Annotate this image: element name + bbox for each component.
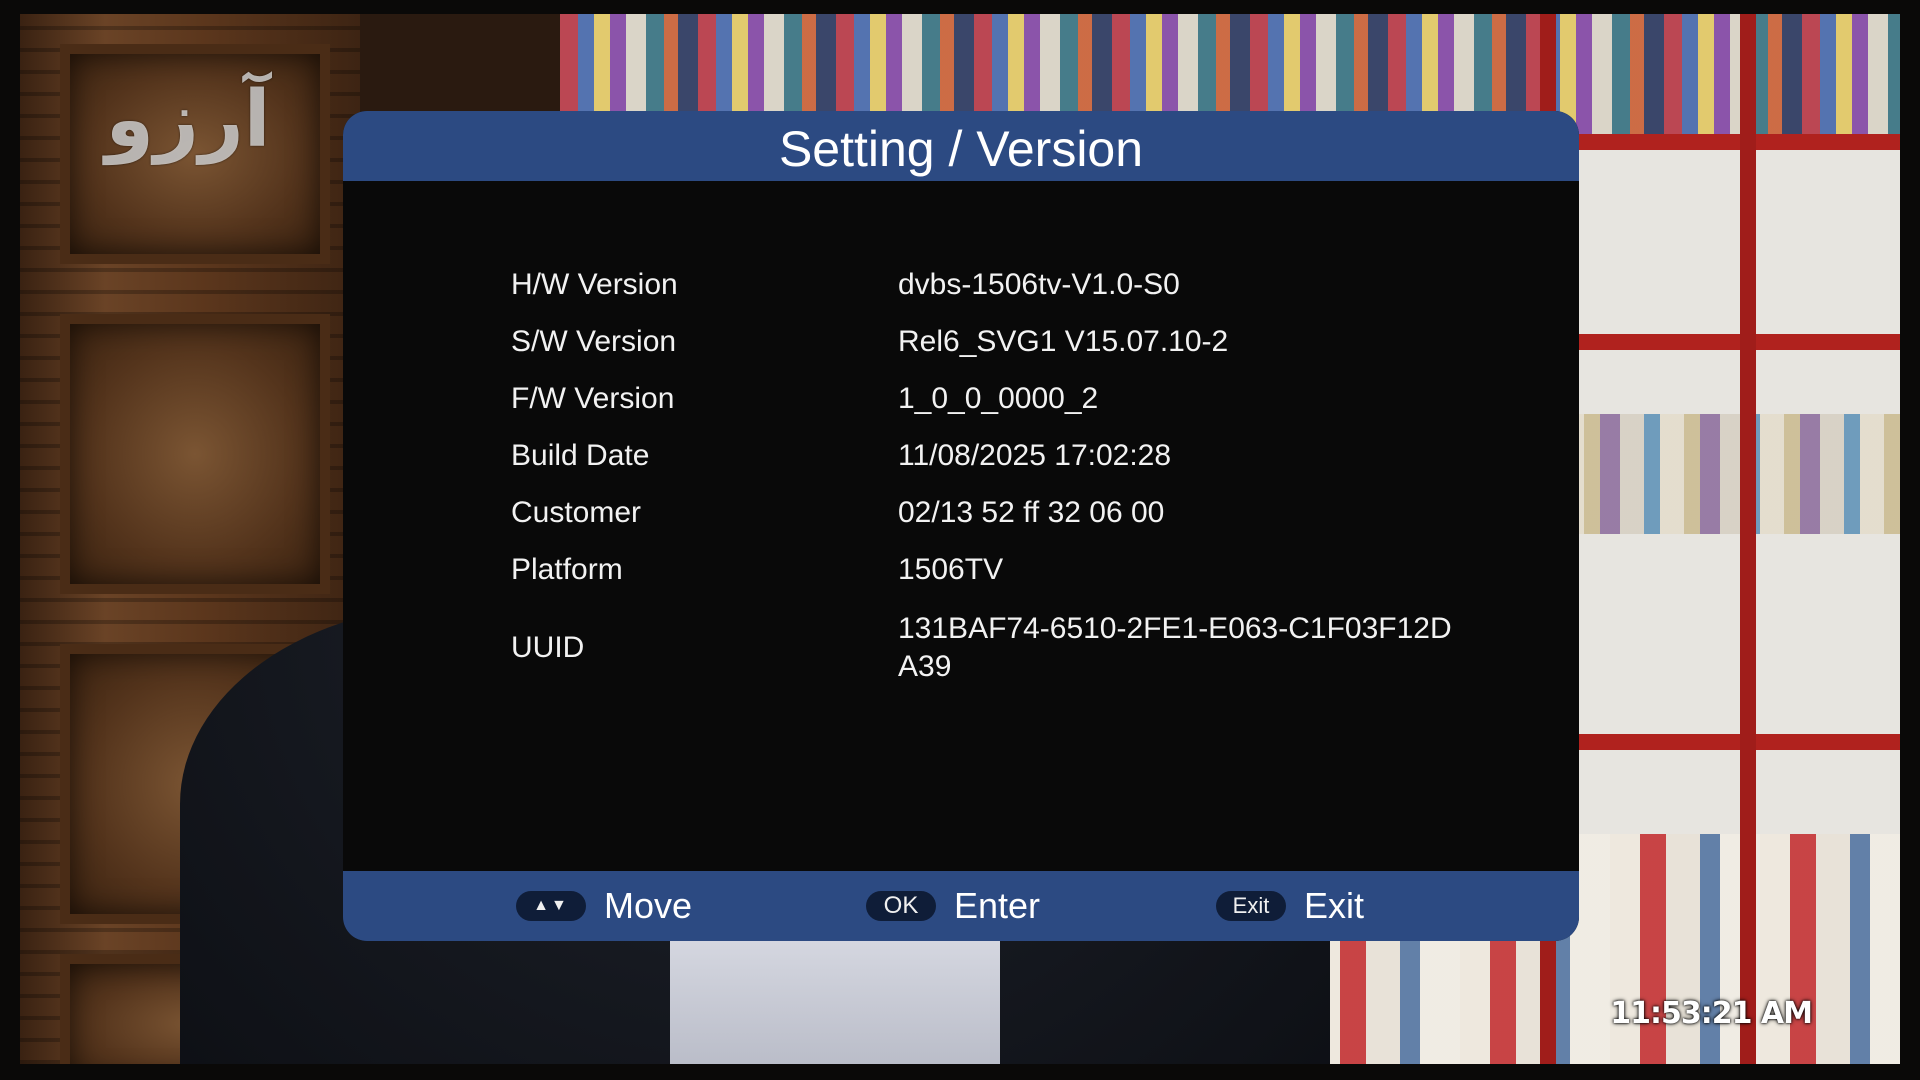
info-value: Rel6_SVG1 V15.07.10-2	[898, 324, 1229, 358]
info-value: dvbs-1506tv-V1.0-S0	[898, 267, 1180, 301]
info-value: 131BAF74-6510-2FE1-E063-C1F03F12D A39	[898, 612, 1452, 683]
tv-screen: آرزو 11:53:21 AM Setting / Version H/W V…	[0, 0, 1920, 1080]
ok-key-button[interactable]: OK	[866, 891, 936, 921]
info-label: Build Date	[511, 438, 650, 472]
up-down-arrows-icon[interactable]: ▲▼	[516, 891, 586, 921]
info-label: S/W Version	[511, 324, 677, 358]
info-row-uuid: UUID 131BAF74-6510-2FE1-E063-C1F03F12D A…	[511, 598, 1511, 698]
info-row-sw-version: S/W Version Rel6_SVG1 V15.07.10-2	[511, 313, 1511, 370]
channel-logo: آرزو	[105, 75, 271, 165]
dialog-title: Setting / Version	[778, 121, 1144, 177]
info-value: 02/13 52 ff 32 06 00	[898, 495, 1165, 529]
info-label: UUID	[511, 631, 585, 664]
hint-exit: Exit Exit	[1216, 871, 1364, 941]
info-row-platform: Platform 1506TV	[511, 541, 1511, 598]
version-info-table: H/W Version dvbs-1506tv-V1.0-S0 S/W Vers…	[511, 256, 1511, 698]
hint-enter: OK Enter	[866, 871, 1040, 941]
hint-move-label: Move	[604, 885, 693, 926]
info-label: Customer	[511, 495, 642, 529]
info-row-customer: Customer 02/13 52 ff 32 06 00	[511, 484, 1511, 541]
dialog-footer: ▲▼ Move OK Enter Exit Exit	[343, 871, 1579, 941]
info-label: H/W Version	[511, 267, 678, 301]
hint-move: ▲▼ Move	[516, 871, 692, 941]
info-label: Platform	[511, 552, 623, 586]
info-value: 1506TV	[898, 552, 1004, 586]
info-row-build-date: Build Date 11/08/2025 17:02:28	[511, 427, 1511, 484]
clock: 11:53:21 AM	[1610, 996, 1813, 1031]
info-value: 1_0_0_0000_2	[898, 381, 1099, 415]
hint-exit-label: Exit	[1304, 885, 1365, 926]
dialog-header: Setting / Version	[343, 111, 1579, 181]
hint-enter-label: Enter	[954, 885, 1041, 926]
exit-key-button[interactable]: Exit	[1216, 891, 1286, 921]
info-row-fw-version: F/W Version 1_0_0_0000_2	[511, 370, 1511, 427]
info-row-hw-version: H/W Version dvbs-1506tv-V1.0-S0	[511, 256, 1511, 313]
info-label: F/W Version	[511, 381, 675, 415]
info-value: 11/08/2025 17:02:28	[898, 438, 1172, 472]
version-dialog: Setting / Version H/W Version dvbs-1506t…	[343, 111, 1579, 941]
